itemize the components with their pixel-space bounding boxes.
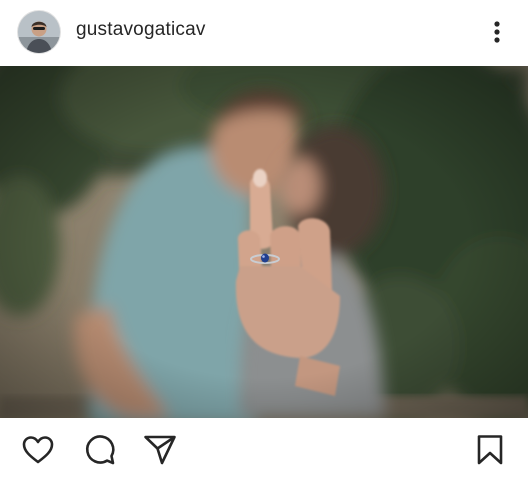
user-avatar[interactable]	[18, 11, 60, 53]
bookmark-icon	[477, 435, 503, 465]
share-button[interactable]	[142, 432, 178, 468]
like-button[interactable]	[20, 432, 56, 468]
save-button[interactable]	[472, 432, 508, 468]
photo-illustration	[0, 66, 528, 418]
post-header: gustavogaticav	[0, 0, 528, 66]
post-photo[interactable]	[0, 66, 528, 418]
comment-bubble-icon	[86, 435, 115, 465]
paper-plane-icon	[144, 435, 176, 465]
post-username[interactable]: gustavogaticav	[76, 19, 206, 41]
avatar-image	[18, 11, 60, 53]
more-options-button[interactable]	[484, 16, 510, 48]
post-actions-bar	[0, 418, 528, 480]
heart-icon	[22, 436, 54, 464]
comment-button[interactable]	[82, 432, 118, 468]
more-vertical-icon	[494, 21, 500, 43]
